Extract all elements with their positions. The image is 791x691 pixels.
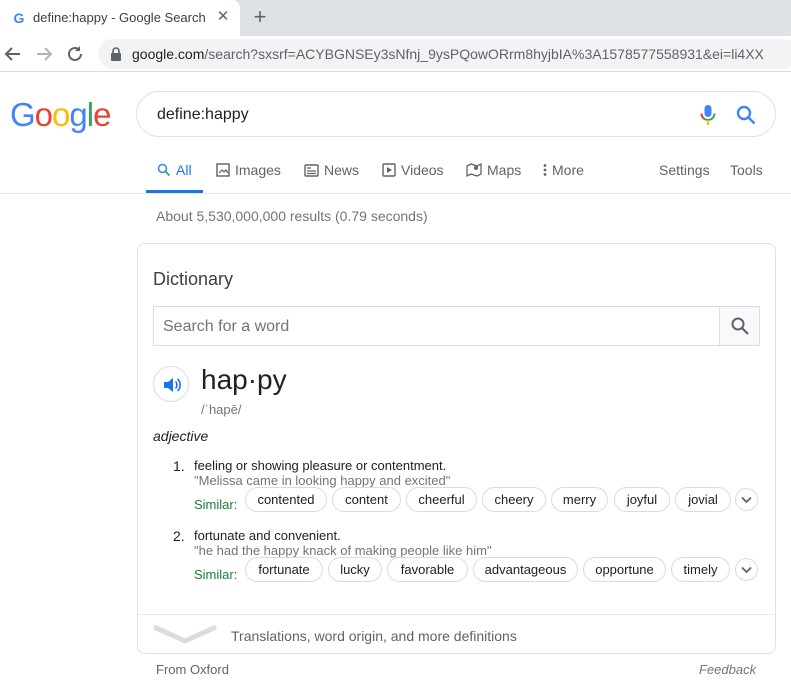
lock-icon [110, 47, 122, 61]
microphone-icon[interactable] [698, 104, 718, 126]
sense-example: "he had the happy knack of making people… [194, 543, 492, 558]
active-tab-indicator [146, 190, 203, 193]
tab-videos-label: Videos [401, 162, 444, 178]
tab-title: define:happy - Google Search [33, 10, 206, 25]
sense-number: 1. [173, 458, 185, 474]
similar-word-chip[interactable]: advantageous [473, 557, 578, 582]
settings-link[interactable]: Settings [659, 162, 710, 178]
definition-sense: 1. feeling or showing pleasure or conten… [173, 458, 773, 518]
tab-images-label: Images [235, 162, 281, 178]
chevron-down-icon [741, 496, 752, 504]
similar-word-chip[interactable]: lucky [328, 557, 382, 582]
browser-tab[interactable]: G define:happy - Google Search ✕ [0, 0, 240, 36]
similar-word-chip[interactable]: cheery [482, 487, 546, 512]
part-of-speech: adjective [153, 428, 209, 444]
similar-word-chip[interactable]: merry [551, 487, 608, 512]
url-text: google.com/search?sxsrf=ACYBGNSEy3sNfnj_… [132, 46, 764, 62]
speaker-icon [164, 378, 181, 392]
back-arrow-icon[interactable] [2, 43, 24, 65]
new-tab-button[interactable]: + [249, 6, 271, 28]
tab-more[interactable]: More [543, 162, 584, 178]
phonetic-spelling: /ˈhapē/ [201, 402, 242, 417]
similar-word-chip[interactable]: timely [671, 557, 730, 582]
more-definitions-text: Translations, word origin, and more defi… [231, 628, 517, 644]
similar-word-chip[interactable]: jovial [675, 487, 731, 512]
search-icon [731, 317, 749, 335]
dictionary-card: Dictionary Search for a word hap·py /ˈha… [137, 243, 776, 654]
forward-arrow-icon[interactable] [33, 43, 55, 65]
logo-letter: o [52, 96, 70, 133]
similar-word-chip[interactable]: contented [245, 487, 327, 512]
sense-definition: fortunate and convenient. [194, 528, 341, 543]
tab-all[interactable]: All [157, 162, 192, 178]
source-attribution: From Oxford [156, 662, 229, 677]
expand-similar-button[interactable] [735, 558, 758, 581]
tab-maps[interactable]: Maps [466, 162, 521, 178]
google-logo[interactable]: Google [10, 96, 111, 134]
image-icon [216, 163, 230, 177]
search-icon [157, 163, 171, 177]
expand-chevron-icon [152, 624, 218, 644]
feedback-link[interactable]: Feedback [699, 662, 756, 677]
dictionary-title: Dictionary [153, 269, 234, 289]
map-icon [466, 162, 482, 178]
result-stats: About 5,530,000,000 results (0.79 second… [156, 208, 428, 224]
similar-word-chip[interactable]: favorable [387, 557, 468, 582]
similar-label: Similar: [194, 497, 238, 512]
word-search-button[interactable] [719, 307, 759, 345]
address-bar[interactable]: google.com/search?sxsrf=ACYBGNSEy3sNfnj_… [98, 39, 791, 69]
more-definitions-row[interactable]: Translations, word origin, and more defi… [138, 614, 775, 653]
close-tab-icon[interactable]: ✕ [214, 8, 232, 26]
tab-videos[interactable]: Videos [382, 162, 444, 178]
browser-tab-strip: G define:happy - Google Search ✕ + [0, 0, 791, 36]
tab-maps-label: Maps [487, 162, 522, 178]
expand-similar-button[interactable] [735, 488, 758, 511]
tab-news[interactable]: News [304, 162, 359, 178]
play-icon [382, 163, 396, 177]
word-search-field[interactable]: Search for a word [153, 306, 760, 346]
similar-word-chip[interactable]: content [332, 487, 401, 512]
url-host: google.com [132, 46, 205, 62]
logo-letter: g [69, 96, 87, 133]
logo-letter: o [34, 96, 53, 133]
sense-example: "Melissa came in looking happy and excit… [194, 473, 451, 488]
tab-news-label: News [324, 162, 360, 178]
more-vertical-icon [543, 164, 547, 176]
news-icon [304, 163, 319, 177]
url-path: /search?sxsrf=ACYBGNSEy3sNfnj_9ysPQowORr… [204, 46, 764, 62]
sense-definition: feeling or showing pleasure or contentme… [194, 458, 447, 473]
logo-letter: e [93, 96, 111, 133]
similar-word-chip[interactable]: opportune [583, 557, 666, 582]
search-box[interactable]: define:happy [136, 91, 776, 137]
headword: hap·py [201, 364, 287, 395]
logo-letter: G [10, 96, 36, 133]
search-query[interactable]: define:happy [157, 106, 249, 124]
search-nav-tabs: All Images News Videos Maps More Setting… [0, 150, 791, 194]
tab-more-label: More [552, 162, 584, 178]
tools-label: Tools [730, 162, 763, 178]
tools-link[interactable]: Tools [730, 162, 763, 178]
similar-word-chip[interactable]: joyful [614, 487, 670, 512]
tab-images[interactable]: Images [216, 162, 281, 178]
search-icon[interactable] [735, 104, 757, 126]
browser-toolbar: google.com/search?sxsrf=ACYBGNSEy3sNfnj_… [0, 36, 791, 72]
definition-sense: 2. fortunate and convenient. "he had the… [173, 528, 773, 588]
sense-number: 2. [173, 528, 185, 544]
tab-all-label: All [176, 162, 192, 178]
similar-word-chip[interactable]: cheerful [406, 487, 477, 512]
settings-label: Settings [659, 162, 710, 178]
google-favicon-icon: G [13, 10, 25, 26]
word-search-placeholder[interactable]: Search for a word [163, 318, 289, 336]
reload-icon[interactable] [64, 43, 86, 65]
pronunciation-speaker-button[interactable] [153, 366, 189, 402]
similar-word-chip[interactable]: fortunate [245, 557, 323, 582]
similar-label: Similar: [194, 567, 238, 582]
chevron-down-icon [741, 566, 752, 574]
